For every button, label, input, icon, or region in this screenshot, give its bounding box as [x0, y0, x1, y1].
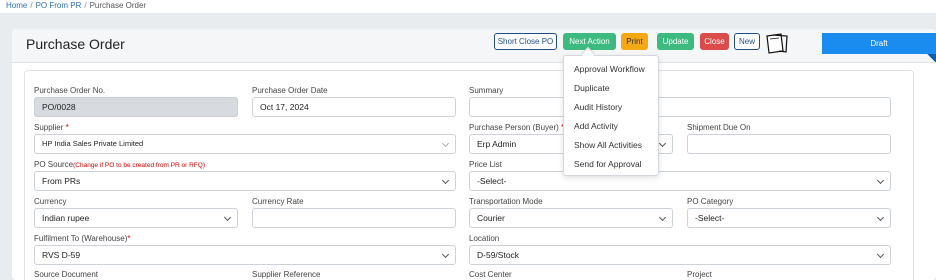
- card-header: Purchase Order Short Close PO Next Actio…: [12, 29, 936, 63]
- summary-label: Summary: [469, 86, 504, 95]
- purchase-person-value: Erp Admin: [477, 139, 517, 149]
- breadcrumb-current: Purchase Order: [89, 1, 147, 10]
- supplier-value: HP India Sales Private Limited: [42, 139, 144, 148]
- status-badge: Draft: [822, 33, 936, 54]
- short-close-po-button[interactable]: Short Close PO: [494, 33, 557, 50]
- shipment-due-field[interactable]: [687, 134, 891, 154]
- po-number-label: Purchase Order No.: [34, 86, 106, 95]
- menu-item-add-activity[interactable]: Add Activity: [574, 121, 618, 131]
- summary-field[interactable]: [469, 97, 891, 117]
- breadcrumb-home[interactable]: Home: [6, 1, 27, 10]
- price-list-label: Price List: [469, 160, 502, 169]
- location-value: D-59/Stock: [477, 250, 520, 260]
- chevron-down-icon: [658, 139, 667, 148]
- location-label: Location: [469, 234, 500, 243]
- po-source-hint: (Change if PO to be created from PR or R…: [73, 162, 205, 169]
- fulfilment-to-label-text: Fulfilment To (Warehouse): [34, 234, 128, 243]
- chevron-down-icon: [441, 139, 450, 148]
- update-button[interactable]: Update: [657, 33, 694, 50]
- po-category-label: PO Category: [687, 197, 734, 206]
- menu-item-approval-workflow[interactable]: Approval Workflow: [574, 64, 645, 74]
- new-button[interactable]: New: [734, 33, 760, 50]
- fulfilment-to-label: Fulfilment To (Warehouse)*: [34, 234, 131, 243]
- currency-value: Indian rupee: [42, 213, 90, 223]
- supplier-reference-label: Supplier Reference: [252, 270, 321, 279]
- purchase-person-label-text: Purchase Person (Buyer): [469, 123, 559, 132]
- currency-rate-field[interactable]: [252, 208, 456, 228]
- fulfilment-to-select[interactable]: RVS D-59: [34, 245, 456, 265]
- supplier-label: Supplier *: [34, 123, 69, 132]
- shipment-due-label: Shipment Due On: [687, 123, 751, 132]
- print-button[interactable]: Print: [621, 33, 648, 50]
- breadcrumb: Home / PO From PR / Purchase Order: [0, 0, 936, 13]
- page-title: Purchase Order: [26, 36, 125, 52]
- menu-item-show-all-activities[interactable]: Show All Activities: [574, 140, 642, 150]
- chevron-down-icon: [876, 176, 885, 185]
- currency-rate-label: Currency Rate: [252, 197, 304, 206]
- location-select[interactable]: D-59/Stock: [469, 245, 891, 265]
- required-mark: *: [65, 123, 69, 132]
- breadcrumb-separator: /: [84, 1, 87, 10]
- po-source-select[interactable]: From PRs: [34, 171, 456, 191]
- transport-mode-select[interactable]: Courier: [469, 208, 673, 228]
- menu-item-send-for-approval[interactable]: Send for Approval: [574, 159, 642, 169]
- price-list-select[interactable]: -Select-: [469, 171, 891, 191]
- po-category-select[interactable]: -Select-: [687, 208, 891, 228]
- chevron-down-icon: [223, 213, 232, 222]
- source-document-label: Source Document: [34, 270, 99, 279]
- transport-mode-label: Transportation Mode: [469, 197, 543, 206]
- breadcrumb-separator: /: [30, 1, 33, 10]
- supplier-label-text: Supplier: [34, 123, 64, 132]
- chevron-down-icon: [658, 213, 667, 222]
- chevron-down-icon: [876, 213, 885, 222]
- fulfilment-to-value: RVS D-59: [42, 250, 81, 260]
- close-button[interactable]: Close: [700, 33, 729, 50]
- required-mark: *: [127, 234, 131, 243]
- po-date-label: Purchase Order Date: [252, 86, 328, 95]
- po-date-field[interactable]: Oct 17, 2024: [252, 97, 456, 117]
- menu-item-audit-history[interactable]: Audit History: [574, 102, 622, 112]
- currency-select[interactable]: Indian rupee: [34, 208, 238, 228]
- price-list-value: -Select-: [477, 176, 507, 186]
- po-number-field: PO/0028: [34, 97, 238, 117]
- cost-center-label: Cost Center: [469, 270, 512, 279]
- po-source-value: From PRs: [42, 176, 81, 186]
- po-source-label: PO Source(Change if PO to be created fro…: [34, 160, 205, 169]
- breadcrumb-po-from-pr[interactable]: PO From PR: [36, 1, 82, 10]
- project-label: Project: [687, 270, 712, 279]
- chevron-down-icon: [441, 176, 450, 185]
- menu-item-duplicate[interactable]: Duplicate: [574, 83, 609, 93]
- po-category-value: -Select-: [695, 213, 725, 223]
- currency-label: Currency: [34, 197, 67, 206]
- transport-mode-value: Courier: [477, 213, 505, 223]
- document-icon[interactable]: [764, 32, 792, 54]
- chevron-down-icon: [876, 250, 885, 259]
- purchase-person-label: Purchase Person (Buyer) *: [469, 123, 564, 132]
- next-action-menu: Approval Workflow Duplicate Audit Histor…: [563, 55, 659, 176]
- po-source-label-text: PO Source: [34, 160, 74, 169]
- status-badge-fold: [926, 54, 936, 62]
- chevron-down-icon: [441, 250, 450, 259]
- supplier-select[interactable]: HP India Sales Private Limited: [34, 134, 456, 154]
